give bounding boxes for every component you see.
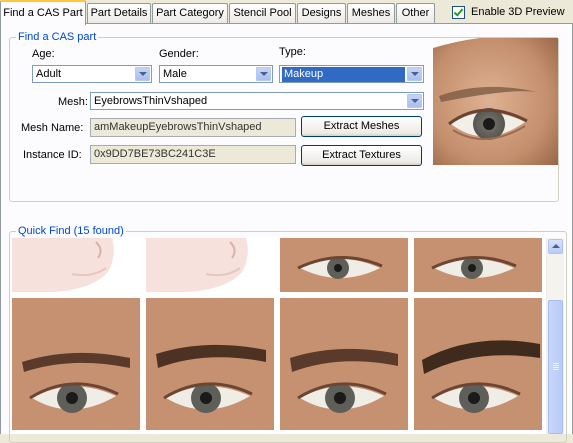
find-cas-part-legend: Find a CAS part <box>16 31 99 44</box>
gender-value: Male <box>163 68 187 80</box>
tab-label: Find a CAS Part <box>3 7 83 19</box>
age-select[interactable]: Adult <box>32 65 152 83</box>
tab-label: Designs <box>301 7 342 19</box>
quick-find-legend: Quick Find (15 found) <box>16 225 126 238</box>
tab-label: Other <box>401 7 430 19</box>
tab-part-category[interactable]: Part Category <box>152 3 228 23</box>
gender-label: Gender: <box>159 48 199 60</box>
instance-id-label: Instance ID: <box>23 149 82 161</box>
eye-preview-icon <box>414 238 542 292</box>
type-select[interactable]: Makeup <box>279 65 424 83</box>
tab-bar: Find a CAS Part Part Details Part Catego… <box>0 0 573 25</box>
eyebrow-preview-icon <box>280 298 408 430</box>
tab-meshes[interactable]: Meshes <box>347 3 395 23</box>
tab-label: Part Category <box>156 7 224 19</box>
chin-preview-icon <box>12 238 140 292</box>
extract-textures-button[interactable]: Extract Textures <box>301 145 422 166</box>
quick-find-results <box>12 238 546 434</box>
thumb-brow-4[interactable] <box>414 298 542 430</box>
tab-label: Meshes <box>351 7 391 19</box>
extract-meshes-button[interactable]: Extract Meshes <box>301 116 422 137</box>
enable-3d-preview-checkbox[interactable]: Enable 3D Preview <box>452 4 565 20</box>
tab-other[interactable]: Other <box>396 3 435 23</box>
tab-designs[interactable]: Designs <box>297 3 346 23</box>
grip-line <box>553 367 559 368</box>
gender-select[interactable]: Male <box>159 65 273 83</box>
eyebrow-preview-icon <box>12 298 140 430</box>
age-label: Age: <box>32 48 55 60</box>
grip-line <box>553 365 559 366</box>
thumb-eye-2[interactable] <box>414 238 542 292</box>
face-eye-preview-icon <box>433 38 558 165</box>
mesh-label: Mesh: <box>58 96 88 108</box>
thumb-brow-2[interactable] <box>146 298 274 430</box>
instance-id-field[interactable]: 0x9DD7BE73BC241C3E <box>90 145 296 164</box>
grip-line <box>553 369 559 370</box>
quick-find-scrollbar[interactable] <box>546 238 564 434</box>
quick-find-panel: Quick Find (15 found) <box>0 216 573 443</box>
thumb-jaw-2[interactable] <box>146 238 274 292</box>
type-value: Makeup <box>282 67 405 82</box>
chevron-down-icon[interactable] <box>407 94 422 108</box>
eye-preview-icon <box>280 238 408 292</box>
chevron-down-icon[interactable] <box>407 67 422 81</box>
part-preview-image <box>433 38 558 165</box>
scroll-up-icon[interactable] <box>548 239 563 254</box>
mesh-name-field[interactable]: amMakeupEyebrowsThinVshaped <box>90 118 296 137</box>
tab-label: Stencil Pool <box>233 7 292 19</box>
age-value: Adult <box>36 68 62 80</box>
grip-line <box>553 363 559 364</box>
checkbox-checked-icon[interactable] <box>452 5 465 19</box>
mesh-select[interactable]: EyebrowsThinVshaped <box>90 92 424 110</box>
type-label: Type: <box>279 46 306 58</box>
scrollbar-thumb[interactable] <box>548 300 563 434</box>
thumb-brow-3[interactable] <box>280 298 408 430</box>
eyebrow-preview-icon <box>414 298 542 430</box>
tab-find-cas-part[interactable]: Find a CAS Part <box>0 0 86 25</box>
chin-preview-icon <box>146 238 274 292</box>
thumb-eye-1[interactable] <box>280 238 408 292</box>
find-cas-part-panel: Find a CAS part Age: Adult Gender: Male … <box>0 24 573 216</box>
tab-stencil-pool[interactable]: Stencil Pool <box>229 3 296 23</box>
eyebrow-preview-icon <box>146 298 274 430</box>
mesh-name-label: Mesh Name: <box>21 122 84 134</box>
mesh-value: EyebrowsThinVshaped <box>94 95 208 107</box>
thumb-jaw-1[interactable] <box>12 238 140 292</box>
chevron-down-icon[interactable] <box>135 67 150 81</box>
chevron-down-icon[interactable] <box>256 67 271 81</box>
tab-part-details[interactable]: Part Details <box>87 3 151 23</box>
tab-label: Part Details <box>90 7 148 19</box>
enable-3d-preview-label: Enable 3D Preview <box>471 6 565 18</box>
thumb-brow-1[interactable] <box>12 298 140 430</box>
